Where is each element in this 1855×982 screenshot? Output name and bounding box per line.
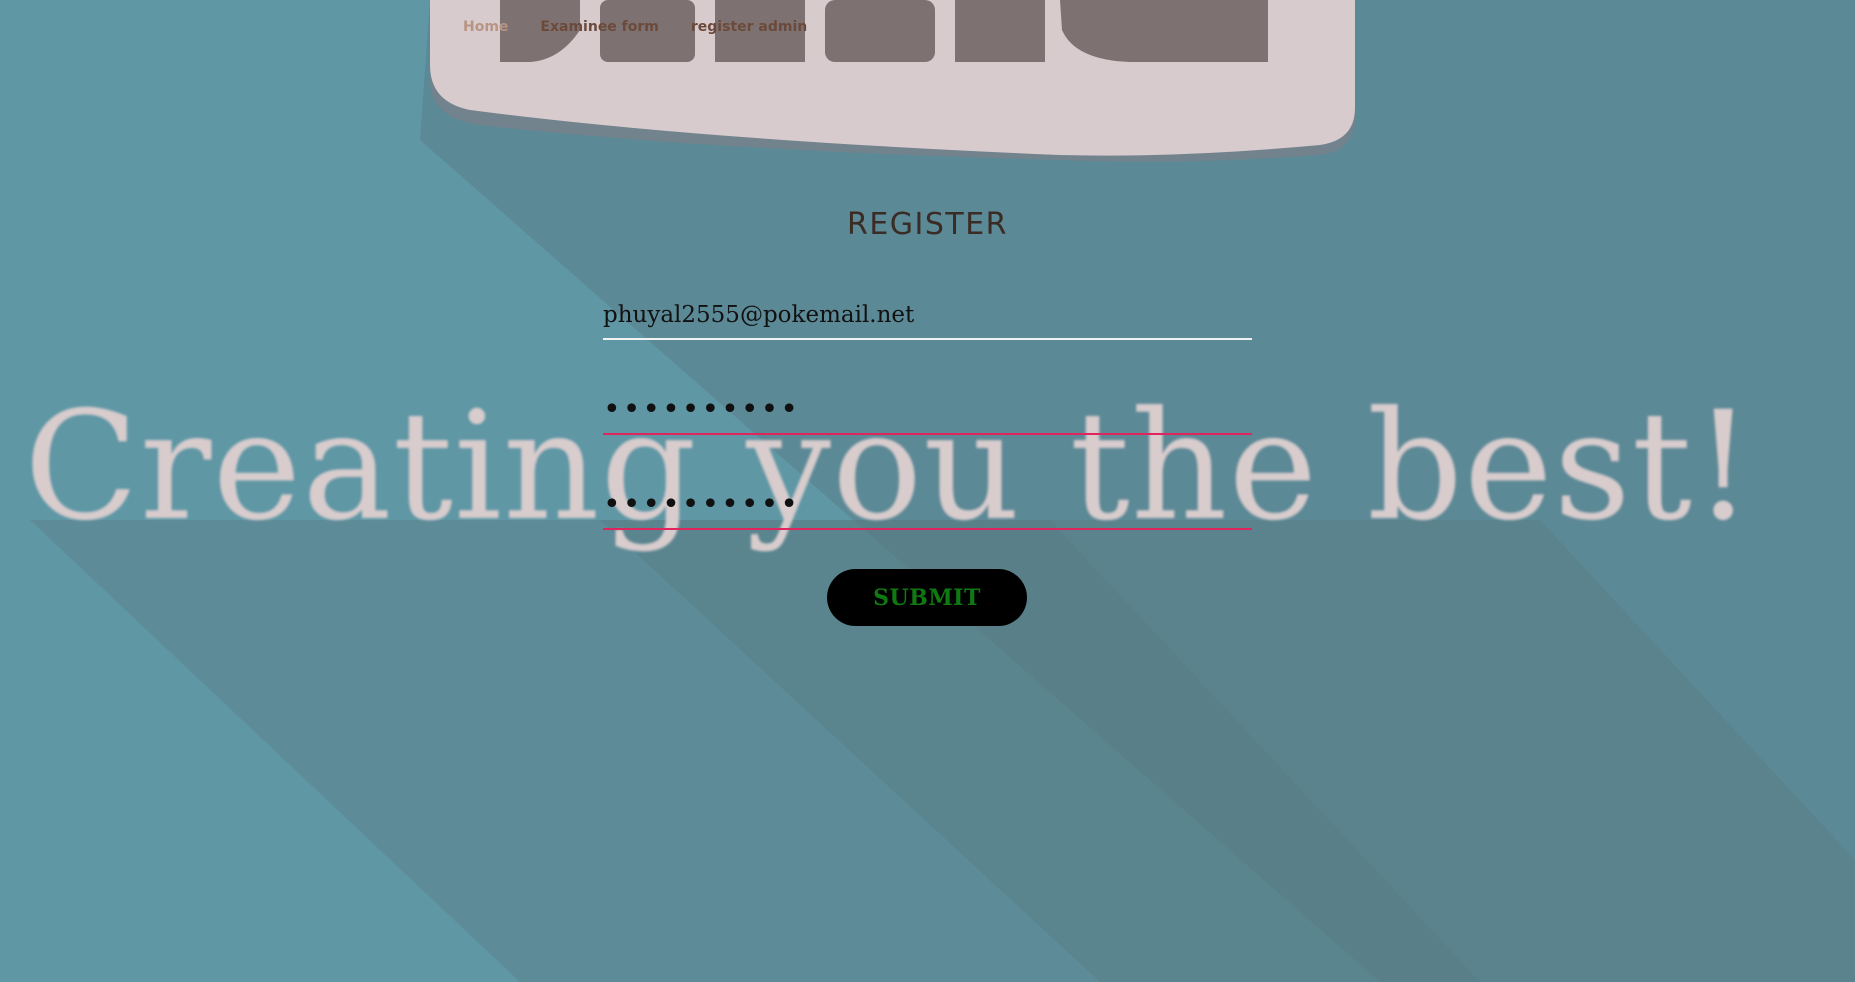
submit-button[interactable]: SUBMIT xyxy=(827,569,1027,626)
top-nav: Home Examinee form register admin xyxy=(463,19,807,35)
nav-register-admin-link[interactable]: register admin xyxy=(691,19,807,35)
nav-home-link[interactable]: Home xyxy=(463,19,508,35)
password-field[interactable] xyxy=(603,385,1252,435)
nav-examinee-form-link[interactable]: Examinee form xyxy=(540,19,658,35)
register-title: REGISTER xyxy=(846,207,1009,242)
email-field[interactable] xyxy=(603,291,1252,340)
confirm-password-field[interactable] xyxy=(603,480,1252,530)
